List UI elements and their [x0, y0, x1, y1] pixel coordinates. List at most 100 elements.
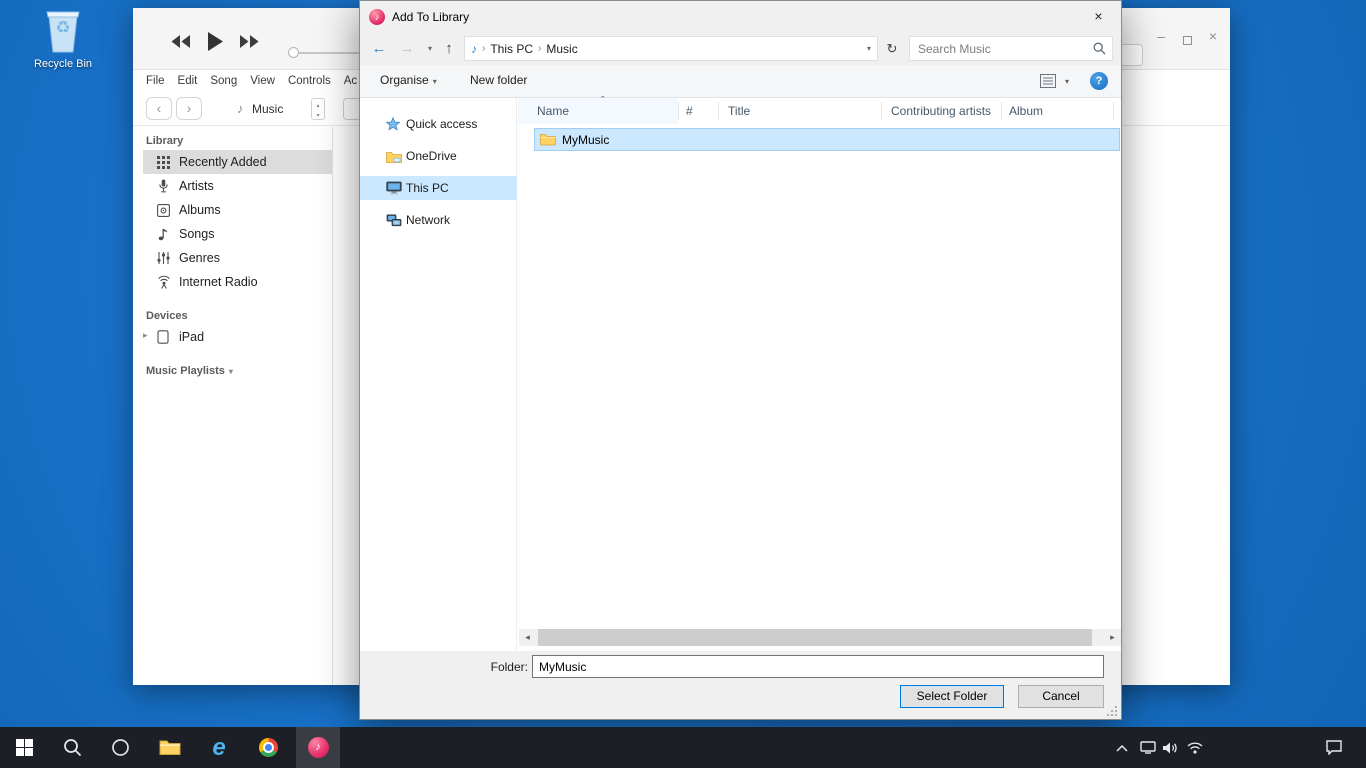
search-icon: [63, 738, 82, 757]
address-dropdown-icon[interactable]: ▾: [867, 44, 871, 53]
dialog-footer: Folder: Select Folder Cancel: [360, 651, 1121, 719]
ipad-icon: [157, 330, 179, 344]
taskbar: e ♪: [0, 727, 1366, 768]
dialog-command-bar: Organise▾ New folder ▾ ?: [360, 65, 1121, 98]
menu-view[interactable]: View: [250, 75, 275, 87]
organise-button[interactable]: Organise▾: [380, 73, 437, 87]
menu-file[interactable]: File: [146, 75, 165, 87]
internet-explorer-button[interactable]: e: [197, 727, 241, 768]
resize-grip[interactable]: [1106, 705, 1118, 717]
cancel-button[interactable]: Cancel: [1018, 685, 1104, 708]
scroll-left-icon[interactable]: ◂: [519, 629, 536, 646]
column-header-row: ˆ Name # Title Contributing artists Albu…: [518, 98, 1121, 124]
breadcrumb-this-pc[interactable]: This PC: [490, 42, 533, 56]
address-bar[interactable]: ♪ › This PC › Music ▾: [464, 36, 878, 61]
minimize-icon[interactable]: –: [1151, 28, 1171, 44]
album-icon: [157, 204, 179, 217]
column-header-number[interactable]: #: [686, 104, 693, 118]
start-button[interactable]: [2, 727, 46, 768]
sidebar-item-label: Songs: [179, 227, 214, 241]
monitor-icon: [386, 181, 406, 195]
itunes-taskbar-button[interactable]: ♪: [296, 727, 340, 768]
action-center-icon: [1326, 740, 1342, 755]
chrome-button[interactable]: [246, 727, 290, 768]
music-playlists-label: Music Playlists: [146, 365, 225, 377]
rewind-button[interactable]: [171, 35, 191, 48]
column-header-title[interactable]: Title: [728, 104, 750, 118]
tray-expand-button[interactable]: [1110, 727, 1134, 768]
breadcrumb-music[interactable]: Music: [546, 42, 577, 56]
play-button[interactable]: [207, 32, 224, 51]
sidebar-item-internet-radio[interactable]: Internet Radio: [143, 270, 332, 294]
sidebar-item-recently-added[interactable]: Recently Added: [143, 150, 332, 174]
sidebar-item-genres[interactable]: Genres: [143, 246, 332, 270]
new-folder-button[interactable]: New folder: [470, 73, 527, 87]
search-box[interactable]: [909, 36, 1113, 61]
select-folder-button[interactable]: Select Folder: [900, 685, 1004, 708]
back-button[interactable]: ←: [368, 37, 390, 60]
sidebar-item-albums[interactable]: Albums: [143, 198, 332, 222]
scrollbar-thumb[interactable]: [538, 629, 1092, 646]
forward-button[interactable]: →: [396, 37, 418, 60]
taskbar-search-button[interactable]: [50, 727, 94, 768]
chevron-up-icon: [1116, 744, 1128, 752]
tray-network-icon[interactable]: [1183, 727, 1207, 768]
dialog-titlebar[interactable]: ♪ Add To Library ×: [360, 1, 1121, 32]
nav-item-quick-access[interactable]: Quick access: [360, 112, 517, 136]
media-kind-stepper[interactable]: ▴ ▾: [311, 98, 325, 120]
volume-slider-knob[interactable]: [288, 47, 299, 58]
internet-explorer-icon: e: [212, 736, 225, 760]
tray-volume-icon[interactable]: [1158, 727, 1182, 768]
back-button[interactable]: ‹: [146, 97, 172, 120]
stepper-up-icon: ▴: [316, 103, 319, 109]
fast-forward-button[interactable]: [240, 35, 260, 48]
forward-button[interactable]: ›: [176, 97, 202, 120]
folder-name-input[interactable]: [532, 655, 1104, 678]
menu-song[interactable]: Song: [210, 75, 237, 87]
refresh-icon[interactable]: ↻: [881, 37, 903, 60]
recycle-bin-icon: ♻: [41, 6, 85, 54]
sidebar-item-ipad[interactable]: ▸ iPad: [143, 325, 332, 349]
close-icon[interactable]: ×: [1203, 28, 1223, 44]
sidebar-item-songs[interactable]: Songs: [143, 222, 332, 246]
action-center-button[interactable]: [1322, 727, 1346, 768]
menu-edit[interactable]: Edit: [178, 75, 198, 87]
breadcrumb-separator-icon: ›: [538, 43, 541, 54]
tray-display-icon[interactable]: [1136, 727, 1160, 768]
music-playlists-heading[interactable]: Music Playlists▾: [146, 365, 332, 377]
sort-ascending-icon: ˆ: [601, 95, 605, 107]
organise-label: Organise: [380, 73, 429, 87]
broadcast-icon: [157, 275, 179, 289]
file-row-mymusic[interactable]: MyMusic: [534, 128, 1120, 151]
horizontal-scrollbar[interactable]: ◂ ▸: [519, 629, 1121, 646]
stepper-down-icon: ▾: [316, 113, 319, 119]
column-header-contributing-artists[interactable]: Contributing artists: [891, 104, 991, 118]
folder-field-label: Folder:: [468, 660, 528, 674]
help-button[interactable]: ?: [1090, 72, 1108, 90]
cortana-button[interactable]: [98, 727, 142, 768]
sidebar-item-artists[interactable]: Artists: [143, 174, 332, 198]
column-header-name[interactable]: Name: [537, 104, 569, 118]
menu-controls[interactable]: Controls: [288, 75, 331, 87]
add-to-library-dialog: ♪ Add To Library × ← → ▾ ↑ ♪ › This PC ›…: [359, 0, 1122, 720]
recycle-bin[interactable]: ♻ Recycle Bin: [26, 6, 100, 70]
search-icon[interactable]: [1093, 42, 1106, 55]
media-kind-selector[interactable]: Music: [252, 102, 283, 116]
maximize-icon[interactable]: [1177, 32, 1197, 48]
expander-icon[interactable]: ▸: [143, 330, 148, 341]
sliders-icon: [157, 251, 179, 265]
volume-slider[interactable]: [292, 52, 362, 54]
nav-item-network[interactable]: Network: [360, 208, 517, 232]
music-note-icon: [157, 227, 179, 241]
close-icon[interactable]: ×: [1076, 2, 1121, 31]
column-header-album[interactable]: Album: [1009, 104, 1043, 118]
up-button[interactable]: ↑: [438, 37, 460, 60]
file-explorer-button[interactable]: [148, 727, 192, 768]
search-input[interactable]: [910, 37, 1112, 60]
file-list: ˆ Name # Title Contributing artists Albu…: [518, 98, 1121, 651]
scroll-right-icon[interactable]: ▸: [1104, 629, 1121, 646]
nav-item-this-pc[interactable]: This PC: [360, 176, 517, 200]
menu-account[interactable]: Ac: [344, 75, 357, 87]
nav-item-onedrive[interactable]: OneDrive: [360, 144, 517, 168]
view-switcher-button[interactable]: ▾: [1040, 74, 1069, 88]
